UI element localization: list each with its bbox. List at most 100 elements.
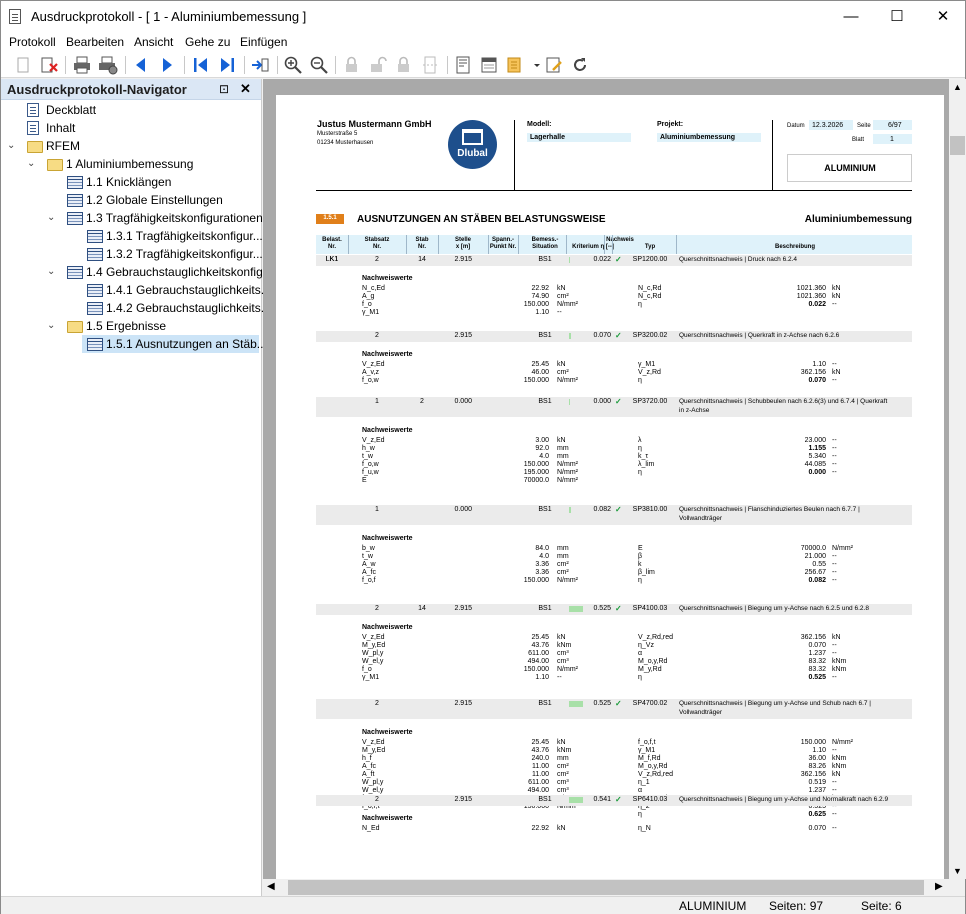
menu-gehe-zu[interactable]: Gehe zu xyxy=(185,35,230,49)
utilization-value: 0.000 xyxy=(593,398,611,405)
value: 362.156 xyxy=(800,369,826,376)
close-button[interactable]: ✕ xyxy=(920,1,966,32)
scroll-up-icon[interactable]: ▲ xyxy=(953,82,962,92)
menu-protokoll[interactable]: Protokoll xyxy=(9,35,56,49)
print-icon[interactable] xyxy=(72,55,92,75)
header-footer-icon[interactable] xyxy=(479,55,499,75)
last-page-icon[interactable] xyxy=(217,55,237,75)
page-layout-icon[interactable] xyxy=(453,55,473,75)
chevron-down-icon[interactable]: ⌄ xyxy=(47,320,55,331)
unit: N/mm² xyxy=(557,469,578,476)
tree-item-label: 1.4 Gebrauchstauglichkeitskonfig... xyxy=(86,265,273,279)
vertical-scrollbar[interactable]: ▲ ▼ xyxy=(949,79,966,879)
lock-icon[interactable] xyxy=(342,55,362,75)
unit: kNm xyxy=(832,763,847,770)
new-page-icon[interactable] xyxy=(13,55,33,75)
grid-line xyxy=(676,235,677,254)
value: 83.26 xyxy=(808,763,826,770)
tree-item[interactable]: ⌄ 1.4 Gebrauchstauglichkeitskonfig... xyxy=(1,263,273,281)
chevron-down-icon[interactable] xyxy=(527,55,540,75)
pin-icon[interactable]: ⊡ xyxy=(219,82,229,96)
menu-bearbeiten[interactable]: Bearbeiten xyxy=(66,35,124,49)
export-icon[interactable] xyxy=(505,55,525,75)
unit: kNm xyxy=(557,747,572,754)
unlock-icon[interactable] xyxy=(368,55,388,75)
symbol: V_z,Ed xyxy=(362,739,385,746)
chevron-down-icon[interactable]: ⌄ xyxy=(47,212,55,223)
unit: -- xyxy=(557,309,562,316)
tree-item[interactable]: 1.5.1 Ausnutzungen an Stäb... xyxy=(1,335,267,353)
horizontal-scrollbar[interactable]: ◀ ▶ xyxy=(263,879,949,896)
scroll-down-icon[interactable]: ▼ xyxy=(953,866,962,876)
tree-item[interactable]: ⌄ 1.5 Ergebnisse xyxy=(1,317,261,335)
tree-item[interactable]: Inhalt xyxy=(1,119,261,137)
goto-page-icon[interactable] xyxy=(250,55,270,75)
tree-item[interactable]: 1.2 Globale Einstellungen xyxy=(1,191,261,209)
column-header: Nachweis xyxy=(606,237,634,243)
tree-item[interactable]: ⌄ RFEM xyxy=(1,137,261,155)
tree-item[interactable]: 1.3.2 Tragfähigkeitskonfigur... xyxy=(1,245,263,263)
tree-item-label: 1.3.2 Tragfähigkeitskonfigur... xyxy=(106,247,263,261)
tree-item[interactable]: 1.3.1 Tragfähigkeitskonfigur... xyxy=(1,227,263,245)
previous-page-icon[interactable] xyxy=(131,55,151,75)
refresh-icon[interactable] xyxy=(570,55,590,75)
chevron-down-icon[interactable]: ⌄ xyxy=(7,140,15,151)
symbol: η_1 xyxy=(638,779,650,786)
first-page-icon[interactable] xyxy=(191,55,211,75)
menu-einfuegen[interactable]: Einfügen xyxy=(240,35,287,49)
tree-item[interactable]: 1.4.1 Gebrauchstauglichkeits... xyxy=(1,281,271,299)
symbol: t_w xyxy=(362,453,373,460)
tree-item[interactable]: ⌄ 1.3 Tragfähigkeitskonfigurationen xyxy=(1,209,263,227)
document-icon xyxy=(9,9,21,24)
design-situation: BS1 xyxy=(538,700,552,707)
symbol: A_fc xyxy=(362,763,377,770)
symbol: A_fc xyxy=(362,569,377,576)
value: 362.156 xyxy=(800,771,826,778)
dlubal-logo: Dlubal xyxy=(448,120,497,169)
edit-page-icon[interactable] xyxy=(544,55,564,75)
seite-label: Seite xyxy=(857,123,871,129)
lock-all-icon[interactable] xyxy=(394,55,414,75)
tree-item[interactable]: 1.1 Knicklängen xyxy=(1,173,261,191)
utilization-bar xyxy=(569,606,583,612)
chevron-down-icon[interactable]: ⌄ xyxy=(47,266,55,277)
next-page-icon[interactable] xyxy=(157,55,177,75)
status-bar: ALUMINIUM Seiten: 97 Seite: 6 xyxy=(1,896,965,914)
unit: cm³ xyxy=(557,650,569,657)
maximize-button[interactable]: ☐ xyxy=(874,1,920,32)
scroll-thumb-horizontal[interactable] xyxy=(288,880,924,895)
check-description: Querschnittsnachweis | Biegung um y-Achs… xyxy=(679,605,869,612)
zoom-in-icon[interactable] xyxy=(283,55,303,75)
unit: -- xyxy=(832,469,837,476)
symbol: M_f,Rd xyxy=(638,755,661,762)
column-header: Kriterium η [--] xyxy=(572,244,614,250)
company-street: Musterstraße 5 xyxy=(317,131,358,137)
minimize-button[interactable]: — xyxy=(828,1,874,32)
company-name: Justus Mustermann GmbH xyxy=(317,119,432,129)
scroll-left-icon[interactable]: ◀ xyxy=(267,881,275,892)
zoom-out-icon[interactable] xyxy=(309,55,329,75)
tree-item[interactable]: Deckblatt xyxy=(1,101,261,119)
chevron-down-icon[interactable]: ⌄ xyxy=(27,158,35,169)
scroll-thumb[interactable] xyxy=(950,136,965,155)
tree-item[interactable]: 1.4.2 Gebrauchstauglichkeits... xyxy=(1,299,271,317)
print-settings-icon[interactable] xyxy=(98,55,118,75)
scroll-right-icon[interactable]: ▶ xyxy=(935,881,943,892)
tree-item-label: Inhalt xyxy=(46,121,76,135)
menu-ansicht[interactable]: Ansicht xyxy=(134,35,173,49)
tree-item[interactable]: ⌄ 1 Aluminiumbemessung xyxy=(1,155,261,173)
tree-item-label: Deckblatt xyxy=(46,103,97,117)
report-page[interactable]: Justus Mustermann GmbH Musterstraße 5 0123… xyxy=(276,95,944,879)
member-set: 2 xyxy=(375,332,379,339)
navigator-close-button[interactable]: ✕ xyxy=(240,81,251,97)
unit: -- xyxy=(832,561,837,568)
datum-label: Datum xyxy=(787,123,805,129)
symbol: b_w xyxy=(362,545,375,552)
delete-page-icon[interactable] xyxy=(39,55,59,75)
member-number: 14 xyxy=(418,256,426,263)
symbol: W_pl,y xyxy=(362,779,384,786)
page-break-icon[interactable] xyxy=(420,55,440,75)
modell-label: Modell: xyxy=(527,121,552,128)
tree-item-label: 1.5 Ergebnisse xyxy=(86,319,167,333)
symbol: A_w xyxy=(362,561,376,568)
